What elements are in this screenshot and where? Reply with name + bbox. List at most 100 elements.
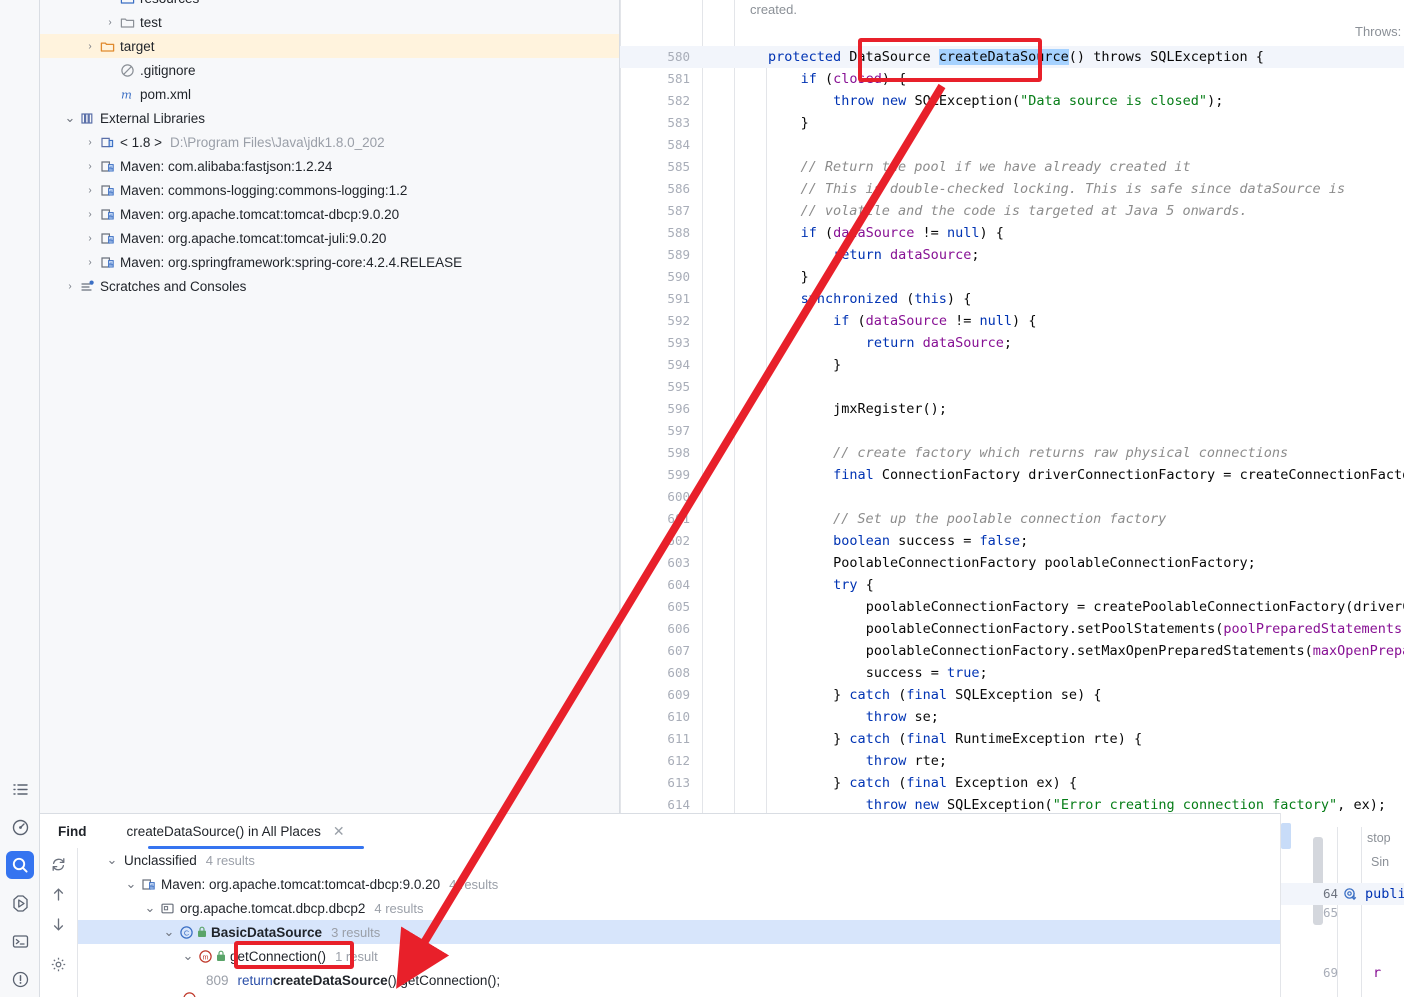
folding-gutter[interactable] (734, 464, 766, 486)
folding-gutter[interactable] (734, 178, 766, 200)
tree-row[interactable]: › target (40, 34, 619, 58)
annotations-gutter[interactable] (702, 398, 734, 420)
code-line[interactable]: 588 if (dataSource != null) { (620, 222, 1404, 244)
tree-row[interactable]: › Maven: org.apache.tomcat:tomcat-juli:9.… (40, 226, 619, 250)
folding-gutter[interactable] (734, 750, 766, 772)
annotations-gutter[interactable] (702, 222, 734, 244)
code-line[interactable]: 594 } (620, 354, 1404, 376)
code-line[interactable]: 602 boolean success = false; (620, 530, 1404, 552)
code-line[interactable]: 593 return dataSource; (620, 332, 1404, 354)
find-result-row[interactable]: ⌄ Maven: org.apache.tomcat:tomcat-dbcp:9.… (78, 872, 1404, 896)
folding-gutter[interactable] (734, 68, 766, 90)
annotations-gutter[interactable] (702, 134, 734, 156)
code-line[interactable]: 589 return dataSource; (620, 244, 1404, 266)
annotations-gutter[interactable] (702, 794, 734, 813)
annotations-gutter[interactable] (702, 376, 734, 398)
annotations-gutter[interactable] (702, 266, 734, 288)
folding-gutter[interactable] (734, 420, 766, 442)
chevron-right-icon[interactable]: › (82, 137, 98, 148)
code-line[interactable]: 590 } (620, 266, 1404, 288)
find-result-row[interactable]: ⌄ C BasicDataSource 3 results (78, 920, 1404, 944)
folding-gutter[interactable] (734, 112, 766, 134)
chevron-right-icon[interactable]: › (62, 281, 78, 292)
folding-gutter[interactable] (734, 596, 766, 618)
annotations-gutter[interactable] (702, 640, 734, 662)
code-line[interactable]: 580 protected DataSource createDataSource… (620, 46, 1404, 68)
code-line[interactable]: 604 try { (620, 574, 1404, 596)
chevron-down-icon[interactable]: ⌄ (180, 949, 196, 962)
profiler-icon[interactable] (6, 813, 34, 841)
annotations-gutter[interactable] (702, 200, 734, 222)
terminal-icon[interactable] (6, 927, 34, 955)
code-line[interactable]: 606 poolableConnectionFactory.setPoolSta… (620, 618, 1404, 640)
annotations-gutter[interactable] (702, 772, 734, 794)
folding-gutter[interactable] (734, 574, 766, 596)
find-results-tree[interactable]: ⌄ Unclassified 4 results ⌄ Maven: org.apache… (78, 848, 1404, 997)
annotations-gutter[interactable] (702, 68, 734, 90)
tree-row[interactable]: › Maven: org.apache.tomcat:tomcat-dbcp:9.… (40, 202, 619, 226)
annotations-gutter[interactable] (702, 508, 734, 530)
code-line[interactable]: 609 } catch (final SQLException se) { (620, 684, 1404, 706)
tree-row[interactable]: .gitignore (40, 58, 619, 82)
annotations-gutter[interactable] (702, 486, 734, 508)
run-icon[interactable] (6, 889, 34, 917)
code-line[interactable]: 596 jmxRegister(); (620, 398, 1404, 420)
folding-gutter[interactable] (734, 486, 766, 508)
folding-gutter[interactable] (734, 794, 766, 813)
find-preview-pane[interactable]: stop Sin 64 publi 65 69 r (1280, 813, 1404, 997)
folding-gutter[interactable] (734, 222, 766, 244)
find-result-row[interactable]: ⌄ org.apache.tomcat.dbcp.dbcp2 4 results (78, 896, 1404, 920)
find-result-row[interactable]: ⌄ m getConnection() 1 result (78, 944, 1404, 968)
code-line[interactable]: 591 synchronized (this) { (620, 288, 1404, 310)
code-line[interactable]: 585 // Return the pool if we have alread… (620, 156, 1404, 178)
code-line[interactable]: 613 } catch (final Exception ex) { (620, 772, 1404, 794)
annotations-gutter[interactable] (702, 618, 734, 640)
tree-row[interactable]: › Maven: com.alibaba:fastjson:1.2.24 (40, 154, 619, 178)
code-line[interactable]: 603 PoolableConnectionFactory poolableCo… (620, 552, 1404, 574)
code-line[interactable]: 598 // create factory which returns raw … (620, 442, 1404, 464)
preview-scrollbar-thumb[interactable] (1313, 837, 1323, 925)
structure-icon[interactable] (6, 775, 34, 803)
code-line[interactable]: 599 final ConnectionFactory driverConnec… (620, 464, 1404, 486)
chevron-right-icon[interactable]: › (82, 185, 98, 196)
chevron-down-icon[interactable]: ⌄ (142, 901, 158, 914)
annotations-gutter[interactable] (702, 244, 734, 266)
find-tab[interactable]: createDataSource() in All Places ✕ (125, 814, 347, 848)
folding-gutter[interactable] (734, 772, 766, 794)
annotations-gutter[interactable] (702, 574, 734, 596)
code-line[interactable]: 610 throw se; (620, 706, 1404, 728)
code-line[interactable]: 592 if (dataSource != null) { (620, 310, 1404, 332)
code-line[interactable]: 605 poolableConnectionFactory = createPo… (620, 596, 1404, 618)
folding-gutter[interactable] (734, 376, 766, 398)
chevron-down-icon[interactable]: ⌄ (123, 877, 139, 890)
tree-row[interactable]: m pom.xml (40, 82, 619, 106)
folding-gutter[interactable] (734, 354, 766, 376)
annotations-gutter[interactable] (702, 420, 734, 442)
folding-gutter[interactable] (734, 200, 766, 222)
folding-gutter[interactable] (734, 684, 766, 706)
code-line[interactable]: 584 (620, 134, 1404, 156)
annotations-gutter[interactable] (702, 728, 734, 750)
folding-gutter[interactable] (734, 244, 766, 266)
annotations-gutter[interactable] (702, 662, 734, 684)
find-match-line[interactable]: 809 return createDataSource ().getConnecti… (78, 968, 1404, 992)
code-line[interactable]: 614 throw new SQLException("Error creati… (620, 794, 1404, 813)
next-occurrence-icon[interactable] (50, 916, 67, 936)
annotations-gutter[interactable] (702, 552, 734, 574)
code-line[interactable]: 608 success = true; (620, 662, 1404, 684)
code-editor[interactable]: created. Throws: SQLException - if the o… (620, 0, 1404, 813)
annotations-gutter[interactable] (702, 112, 734, 134)
code-line[interactable]: 601 // Set up the poolable connection fa… (620, 508, 1404, 530)
search-everywhere-icon[interactable] (6, 851, 34, 879)
code-line[interactable]: 607 poolableConnectionFactory.setMaxOpen… (620, 640, 1404, 662)
code-line[interactable]: 597 (620, 420, 1404, 442)
annotations-gutter[interactable] (702, 464, 734, 486)
annotations-gutter[interactable] (702, 596, 734, 618)
folding-gutter[interactable] (734, 90, 766, 112)
code-line[interactable]: 600 (620, 486, 1404, 508)
folding-gutter[interactable] (734, 398, 766, 420)
folding-gutter[interactable] (734, 662, 766, 684)
code-line[interactable]: 581 if (closed) { (620, 68, 1404, 90)
project-tool-window[interactable]: resources›test›target.gitignorempom.xml⌄… (40, 0, 620, 813)
folding-gutter[interactable] (734, 156, 766, 178)
